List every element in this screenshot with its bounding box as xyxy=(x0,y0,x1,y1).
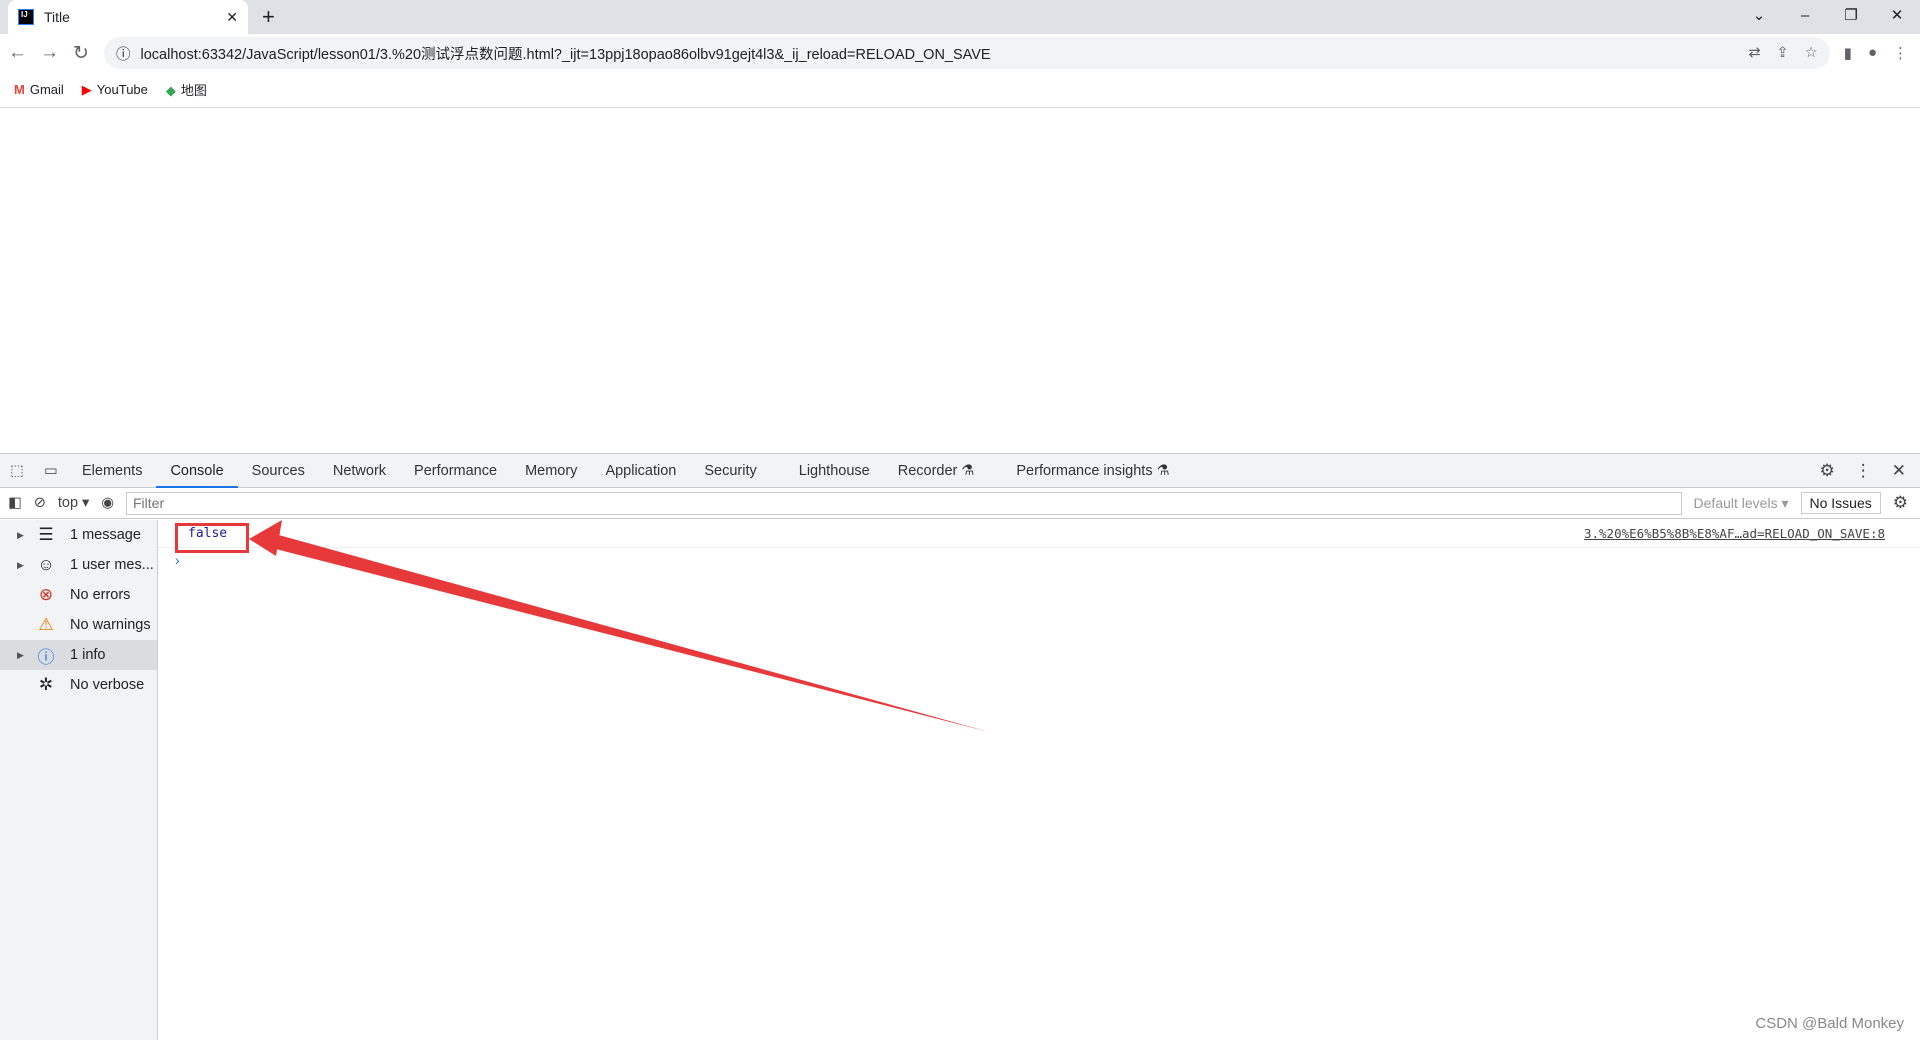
watermark: CSDN @Bald Monkey xyxy=(1755,1015,1904,1032)
annotation-arrow xyxy=(249,520,989,732)
